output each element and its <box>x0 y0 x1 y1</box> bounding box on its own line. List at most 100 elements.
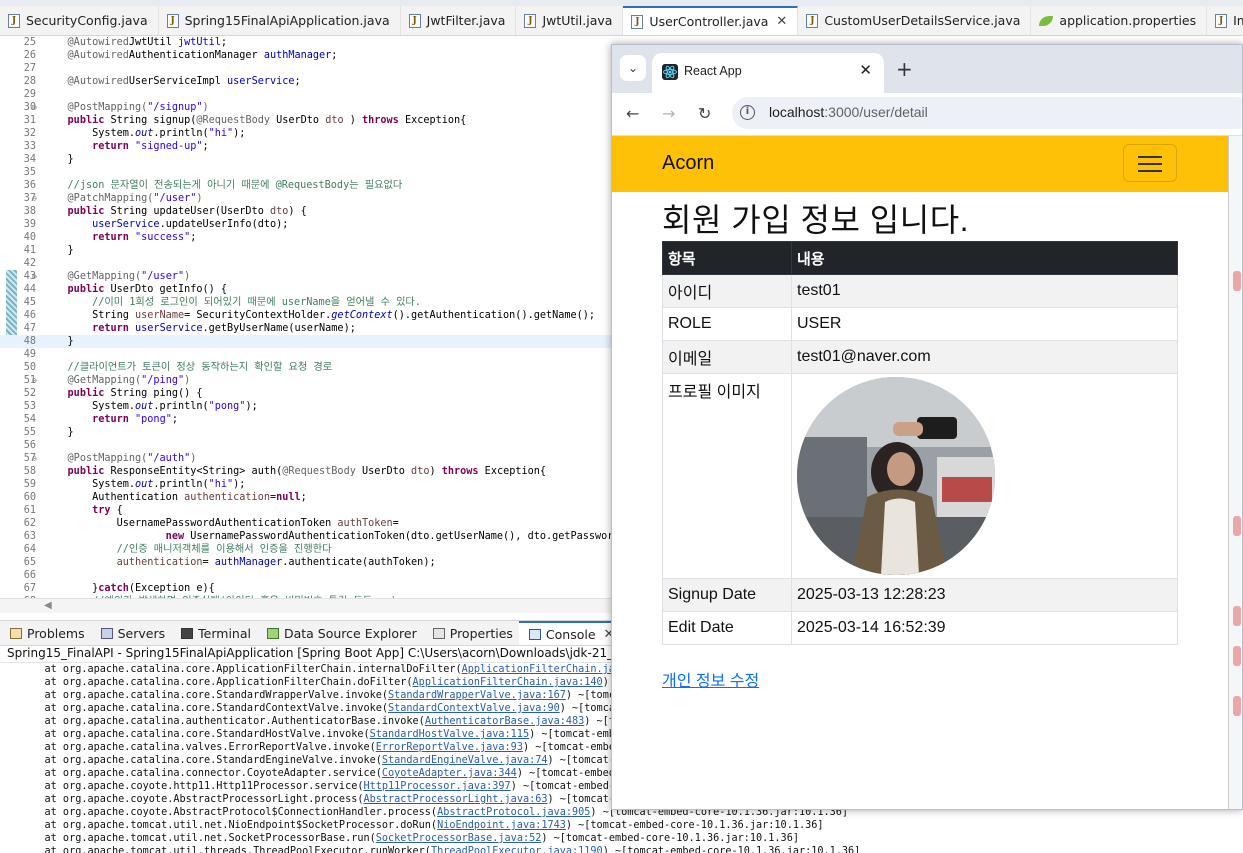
forward-icon[interactable]: → <box>662 104 675 123</box>
fold-icon[interactable]: ⊖ <box>32 192 37 205</box>
code-line: 49 <box>0 348 612 361</box>
browser-toolbar: ← → ↻ i localhost:3000/user/detail <box>612 93 1242 136</box>
stack-trace-link[interactable]: AbstractProcessorLight.java:63 <box>363 794 547 805</box>
fold-icon[interactable]: ⊖ <box>32 374 37 387</box>
new-tab-icon[interactable]: + <box>896 57 913 81</box>
navbar-toggler-button[interactable] <box>1123 144 1177 182</box>
line-number: 52 <box>23 388 36 399</box>
tab-label: Terminal <box>198 625 251 641</box>
code-line: 29 <box>0 88 612 101</box>
line-number: 45 <box>23 297 36 308</box>
hamburger-icon <box>1138 163 1162 165</box>
stack-trace-link[interactable]: AbstractProtocol.java:905 <box>437 807 590 818</box>
navbar-brand[interactable]: Acorn <box>662 152 714 175</box>
line-number: 56 <box>23 440 36 451</box>
stack-trace-link[interactable]: StandardWrapperValve.java:167 <box>388 690 566 701</box>
properties-file-icon <box>1039 15 1054 26</box>
line-number: 49 <box>23 349 36 360</box>
scroll-left-icon[interactable]: ◀ <box>44 599 52 613</box>
code-line: 54 return "pong"; <box>0 413 612 426</box>
site-info-icon[interactable]: i <box>740 105 755 120</box>
stack-trace-link[interactable]: ErrorReportValve.java:93 <box>376 742 523 753</box>
code-text: String userName= SecurityContextHolder.g… <box>67 310 596 321</box>
console-line: at org.apache.tomcat.util.net.SocketProc… <box>20 833 799 844</box>
table-header-row: 항목 내용 <box>662 241 1178 275</box>
stack-trace-link[interactable]: NioEndpoint.java:1743 <box>437 820 566 831</box>
stack-trace-link[interactable]: StandardEngineValve.java:74 <box>382 755 548 766</box>
reload-icon[interactable]: ↻ <box>698 104 711 123</box>
stack-trace-link[interactable]: ApplicationFilterChain.java:140 <box>413 677 603 688</box>
line-number: 44 <box>23 284 36 295</box>
line-number: 67 <box>23 583 36 594</box>
row-value: 2025-03-13 12:28:23 <box>791 578 1178 612</box>
editor-tab-jwtfilter[interactable]: J JwtFilter.java <box>401 6 517 35</box>
stack-trace-link[interactable]: SocketProcessorBase.java:52 <box>376 833 542 844</box>
hamburger-icon <box>1138 170 1162 172</box>
line-number: 41 <box>23 245 36 256</box>
tab-data-source-explorer[interactable]: Data Source Explorer <box>257 621 423 645</box>
back-icon[interactable]: ← <box>626 104 639 123</box>
browser-tab-react-app[interactable]: React App ✕ <box>652 53 884 93</box>
edit-profile-link[interactable]: 개인 정보 수정 <box>662 667 759 691</box>
editor-tab-customuserdetails[interactable]: J CustomUserDetailsService.java <box>798 6 1032 35</box>
tab-servers[interactable]: Servers <box>91 621 172 645</box>
line-number: 63 <box>23 531 36 542</box>
table-header-content: 내용 <box>791 241 1178 275</box>
code-line: 25 @AutowiredJwtUtil jwtUtil; <box>0 36 612 49</box>
stack-trace-link[interactable]: Http11Processor.java:397 <box>363 781 510 792</box>
line-number: 66 <box>23 570 36 581</box>
tab-label: Console <box>545 626 596 642</box>
browser-tab-strip: ⌄ React App ✕ + <box>612 45 1242 93</box>
tab-problems[interactable]: Problems <box>0 621 91 645</box>
line-number: 48 <box>23 336 36 347</box>
line-number: 32 <box>23 128 36 139</box>
code-text: Authentication authentication=null; <box>67 492 307 503</box>
close-icon[interactable]: ✕ <box>776 14 787 29</box>
editor-tab-label: UserController.java <box>649 14 769 29</box>
line-number: 58 <box>23 466 36 477</box>
line-number: 65 <box>23 557 36 568</box>
tab-console[interactable]: Console ✕ <box>518 621 621 645</box>
line-number: 40 <box>23 232 36 243</box>
devtools-marker <box>1233 646 1241 666</box>
code-text: //이미 1회성 로그인이 되어있기 때문에 userName을 얻어낼 수 있… <box>67 297 421 308</box>
editor-tab-usercontroller[interactable]: J UserController.java ✕ <box>623 6 799 35</box>
line-number: 60 <box>23 492 36 503</box>
code-text: @AutowiredUserServiceImpl userService; <box>67 76 301 87</box>
navbar: Acorn <box>612 136 1228 192</box>
console-icon <box>528 628 541 640</box>
code-line: 31 public String signup(@RequestBody Use… <box>0 114 612 127</box>
code-text: } <box>67 427 74 438</box>
fold-icon[interactable]: ⊖ <box>32 101 37 114</box>
editor-tab-label: ImageControlle <box>1233 13 1243 28</box>
editor-horizontal-scrollbar[interactable]: ◀ <box>0 598 612 613</box>
table-row: 이메일 test01@naver.com <box>662 340 1178 374</box>
code-editor[interactable]: 25 @AutowiredJwtUtil jwtUtil; 26 @Autowir… <box>0 36 612 598</box>
line-number: 35 <box>23 167 36 178</box>
editor-tab-label: JwtUtil.java <box>542 13 613 28</box>
code-line: 50 //클라이언트가 토큰이 정상 동작하는지 확인할 요청 경로 <box>0 361 612 374</box>
tab-terminal[interactable]: Terminal <box>171 621 257 645</box>
code-line: 67 }catch(Exception e){ <box>0 582 612 595</box>
stack-trace-link[interactable]: StandardHostValve.java:115 <box>370 729 529 740</box>
address-bar[interactable]: i localhost:3000/user/detail <box>732 97 1242 129</box>
stack-trace-link[interactable]: StandardContextValve.java:90 <box>388 703 560 714</box>
code-line: 40 return "success"; <box>0 231 612 244</box>
editor-tab-imagecontroller[interactable]: J ImageControlle <box>1207 6 1243 35</box>
editor-tab-application-properties[interactable]: application.properties <box>1031 6 1208 35</box>
code-text: UsernamePasswordAuthenticationToken auth… <box>67 518 399 529</box>
page-title: 회원 가입 정보 입니다. <box>662 202 970 238</box>
fold-icon[interactable]: ⊖ <box>32 270 37 283</box>
fold-icon[interactable]: ⊖ <box>32 452 37 465</box>
stack-trace-link[interactable]: AuthenticatorBase.java:483 <box>425 716 584 727</box>
code-line: 60 Authentication authentication=null; <box>0 491 612 504</box>
tab-search-button[interactable]: ⌄ <box>620 55 646 81</box>
stack-trace-link[interactable]: CoyoteAdapter.java:344 <box>382 768 517 779</box>
close-icon[interactable]: ✕ <box>859 61 872 79</box>
java-file-icon: J <box>166 13 179 28</box>
editor-tab-application[interactable]: J Spring15FinalApiApplication.java <box>159 6 401 35</box>
editor-tab-securityconfig[interactable]: J SecurityConfig.java <box>0 6 159 35</box>
tab-properties[interactable]: Properties <box>423 621 519 645</box>
editor-tab-jwtutil[interactable]: J JwtUtil.java <box>516 6 624 35</box>
